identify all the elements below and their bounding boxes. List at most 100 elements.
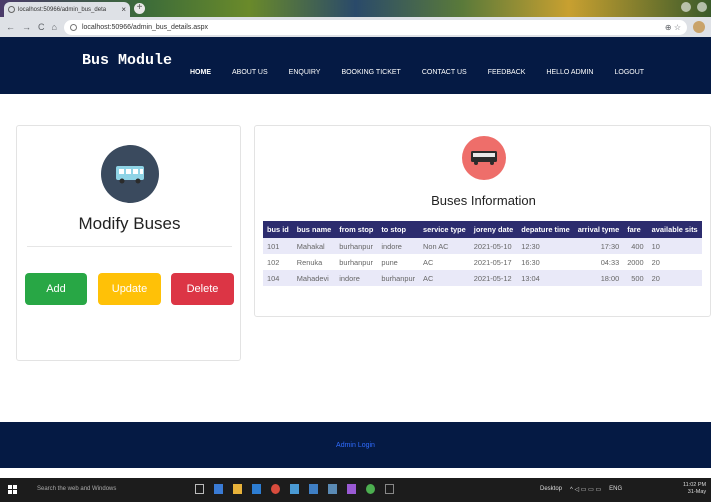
table-cell: AC	[419, 270, 470, 286]
add-button[interactable]: Add	[25, 273, 87, 305]
site-info-icon[interactable]	[69, 23, 77, 31]
edge-icon[interactable]	[214, 484, 223, 494]
table-cell: burhanpur	[377, 270, 420, 286]
column-header: bus id	[263, 221, 293, 238]
table-cell: Renuka	[292, 254, 336, 270]
tray-icons[interactable]: ^ ◁ ▭ ▭ ▭	[570, 486, 601, 493]
buses-table: bus id bus name from stop to stop servic…	[263, 221, 702, 286]
nav-contact-us[interactable]: CONTACT US	[422, 69, 467, 76]
minimize-icon[interactable]	[681, 2, 691, 12]
admin-login-link[interactable]: Admin Login	[0, 442, 711, 449]
table-cell: pune	[377, 254, 420, 270]
table-row: 102 Renuka burhanpur pune AC 2021-05-17 …	[263, 254, 702, 270]
forward-icon[interactable]: →	[22, 22, 31, 32]
table-cell: Non AC	[419, 238, 470, 254]
table-cell: 2021-05-12	[469, 270, 518, 286]
nav-booking-ticket[interactable]: BOOKING TICKET	[341, 69, 400, 76]
nav-hello-admin[interactable]: HELLO ADMIN	[546, 69, 593, 76]
app-icon[interactable]	[385, 484, 394, 494]
task-view-icon[interactable]	[195, 484, 204, 494]
store-icon[interactable]	[252, 484, 261, 494]
chrome-icon[interactable]	[366, 484, 375, 494]
nav-home[interactable]: HOME	[190, 69, 211, 76]
speaker-icon[interactable]	[347, 484, 356, 494]
windows-taskbar: Search the web and Windows Desktop ^ ◁ ▭…	[0, 478, 711, 502]
divider	[27, 246, 232, 247]
browser-tab-bar: localhost:50966/admin_bus_deta × +	[0, 0, 711, 17]
table-cell: indore	[377, 238, 420, 254]
system-tray: Desktop ^ ◁ ▭ ▭ ▭ ENG	[540, 486, 622, 493]
column-header: service type	[419, 221, 470, 238]
table-cell: 17:30	[573, 238, 624, 254]
file-explorer-icon[interactable]	[233, 484, 242, 494]
profile-avatar[interactable]	[693, 21, 705, 33]
table-cell: 2021-05-10	[469, 238, 518, 254]
column-header: arrival tyme	[573, 221, 624, 238]
desktop-label[interactable]: Desktop	[540, 486, 562, 493]
table-cell: 20	[647, 254, 702, 270]
table-cell: burhanpur	[335, 254, 378, 270]
table-cell: 101	[263, 238, 293, 254]
column-header: bus name	[292, 221, 336, 238]
chrome-icon[interactable]	[271, 484, 280, 494]
column-header: from stop	[335, 221, 378, 238]
table-cell: 10	[647, 238, 702, 254]
table-row: 104 Mahadevi indore burhanpur AC 2021-05…	[263, 270, 702, 286]
column-header: joreny date	[469, 221, 518, 238]
table-header-row: bus id bus name from stop to stop servic…	[263, 221, 702, 238]
table-cell: Mahakal	[292, 238, 336, 254]
brand-logo[interactable]: Bus Module	[82, 52, 172, 69]
table-cell: Mahadevi	[292, 270, 336, 286]
table-cell: 13:04	[517, 270, 574, 286]
taskbar-search[interactable]: Search the web and Windows	[37, 486, 116, 492]
table-cell: 18:00	[573, 270, 624, 286]
reload-icon[interactable]: C	[38, 22, 45, 32]
table-row: 101 Mahakal burhanpur indore Non AC 2021…	[263, 238, 702, 254]
delete-button[interactable]: Delete	[171, 273, 234, 305]
taskbar-apps	[195, 484, 394, 494]
window-controls	[681, 2, 707, 12]
tab-close-icon[interactable]: ×	[121, 5, 126, 14]
clock-date: 31-May	[687, 489, 707, 495]
globe-icon	[8, 6, 15, 13]
column-header: depature time	[517, 221, 574, 238]
app-icon[interactable]	[309, 484, 318, 494]
language-indicator[interactable]: ENG	[609, 486, 622, 493]
url-input[interactable]: localhost:50966/admin_bus_details.aspx ⊕…	[63, 19, 687, 35]
nav-feedback[interactable]: FEEDBACK	[488, 69, 526, 76]
url-text: localhost:50966/admin_bus_details.aspx	[81, 23, 209, 31]
buses-information-title: Buses Information	[431, 193, 536, 208]
site-navbar: Bus Module HOME ABOUT US ENQUIRY BOOKING…	[0, 37, 711, 94]
nav-about-us[interactable]: ABOUT US	[232, 69, 268, 76]
browser-tab[interactable]: localhost:50966/admin_bus_deta ×	[4, 2, 130, 17]
table-cell: 400	[623, 238, 648, 254]
taskbar-clock[interactable]: 11:02 PM 31-May	[683, 482, 706, 496]
tab-title: localhost:50966/admin_bus_deta	[18, 6, 107, 13]
app-icon[interactable]	[290, 484, 299, 494]
close-window-icon[interactable]	[697, 2, 707, 12]
table-cell: 2021-05-17	[469, 254, 518, 270]
column-header: to stop	[377, 221, 420, 238]
table-cell: 04:33	[573, 254, 624, 270]
home-icon[interactable]: ⌂	[52, 22, 57, 32]
site-footer: Admin Login	[0, 422, 711, 468]
new-tab-button[interactable]: +	[134, 3, 145, 14]
app-icon[interactable]	[328, 484, 337, 494]
column-header: fare	[623, 221, 648, 238]
bus-icon	[101, 145, 159, 203]
table-cell: 12:30	[517, 238, 574, 254]
address-bar: ← → C ⌂ localhost:50966/admin_bus_detail…	[0, 17, 711, 37]
nav-logout[interactable]: LOGOUT	[615, 69, 645, 76]
nav-menu: HOME ABOUT US ENQUIRY BOOKING TICKET CON…	[190, 69, 665, 76]
back-icon[interactable]: ←	[6, 22, 15, 32]
table-cell: burhanpur	[335, 238, 378, 254]
table-cell: 2000	[623, 254, 648, 270]
clock-time: 11:02 PM	[683, 482, 707, 488]
nav-enquiry[interactable]: ENQUIRY	[289, 69, 321, 76]
windows-start-icon[interactable]	[8, 485, 18, 495]
table-cell: 500	[623, 270, 648, 286]
table-cell: AC	[419, 254, 470, 270]
bookmark-icon[interactable]: ⊕ ☆	[665, 23, 681, 32]
table-cell: 104	[263, 270, 293, 286]
update-button[interactable]: Update	[98, 273, 161, 305]
